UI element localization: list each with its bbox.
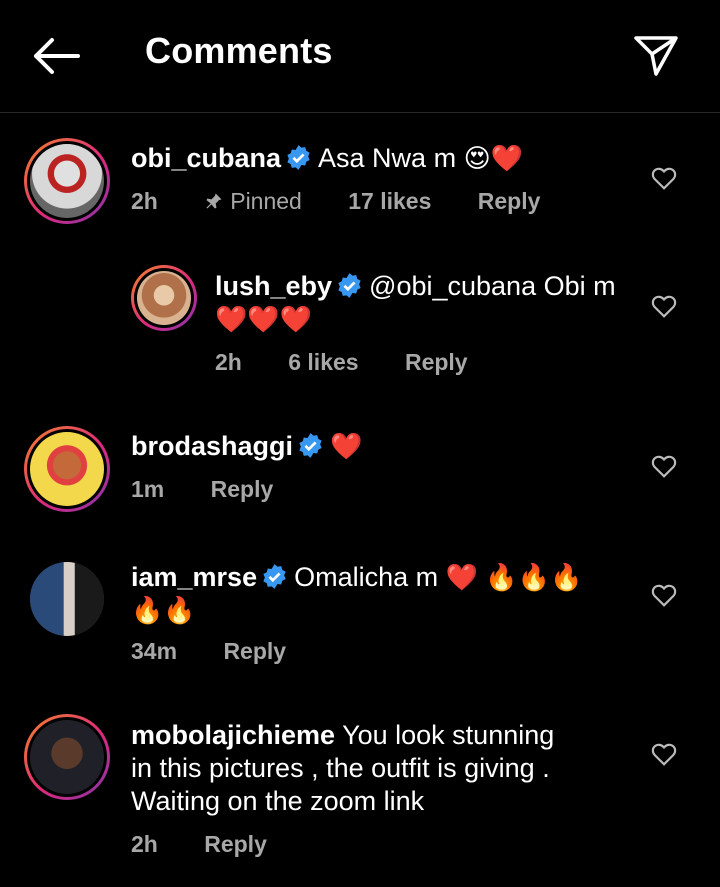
username[interactable]: lush_eby: [215, 271, 332, 301]
heart-icon[interactable]: [651, 454, 677, 478]
comment-emojis: 😍❤️: [463, 143, 524, 173]
heart-icon[interactable]: [651, 742, 677, 766]
header: Comments: [0, 0, 720, 113]
page-title: Comments: [145, 30, 333, 71]
avatar[interactable]: [30, 562, 104, 636]
reply-button[interactable]: Reply: [204, 831, 267, 858]
username[interactable]: mobolajichieme: [131, 720, 335, 750]
comment-text: Omalicha m: [294, 562, 439, 592]
comment-text: Asa Nwa m: [318, 143, 457, 173]
arrow-left-icon[interactable]: [28, 34, 84, 78]
heart-icon[interactable]: [651, 294, 677, 318]
pin-icon: [206, 193, 222, 209]
verified-badge-icon: [338, 273, 361, 298]
timestamp: 2h: [131, 831, 158, 857]
username[interactable]: obi_cubana: [131, 143, 281, 173]
avatar[interactable]: [24, 426, 110, 512]
heart-icon[interactable]: [651, 166, 677, 190]
likes-count[interactable]: 17 likes: [348, 188, 431, 215]
username[interactable]: brodashaggi: [131, 431, 293, 461]
timestamp: 34m: [131, 638, 178, 664]
verified-badge-icon: [263, 564, 286, 589]
timestamp: 2h: [215, 349, 242, 375]
verified-badge-icon: [299, 433, 322, 458]
likes-count[interactable]: 6 likes: [288, 349, 358, 376]
heart-icon[interactable]: [651, 583, 677, 607]
comment-emojis: ❤️❤️❤️: [215, 304, 313, 334]
reply-button[interactable]: Reply: [223, 638, 286, 665]
reply-button[interactable]: Reply: [211, 476, 274, 503]
comment-text-line2: in this pictures , the outfit is giving …: [131, 753, 550, 783]
comment-text: @obi_cubana Obi m: [369, 271, 616, 301]
send-icon[interactable]: [630, 30, 682, 82]
username[interactable]: iam_mrse: [131, 562, 257, 592]
comment-emojis: ❤️ 🔥🔥🔥: [445, 562, 583, 592]
comment-emojis-line2: 🔥🔥: [131, 595, 196, 625]
avatar[interactable]: [131, 265, 197, 331]
avatar[interactable]: [24, 714, 110, 800]
pinned-indicator: Pinned: [204, 188, 302, 215]
timestamp: 1m: [131, 476, 165, 502]
comment-emojis: ❤️: [330, 431, 363, 461]
reply-button[interactable]: Reply: [405, 349, 468, 376]
comment-text-line3: Waiting on the zoom link: [131, 786, 425, 816]
timestamp: 2h: [131, 188, 158, 214]
reply-button[interactable]: Reply: [478, 188, 541, 215]
comment-text-line1: You look stunning: [342, 720, 555, 750]
avatar[interactable]: [24, 138, 110, 224]
verified-badge-icon: [287, 145, 310, 170]
pinned-label: Pinned: [230, 188, 302, 214]
